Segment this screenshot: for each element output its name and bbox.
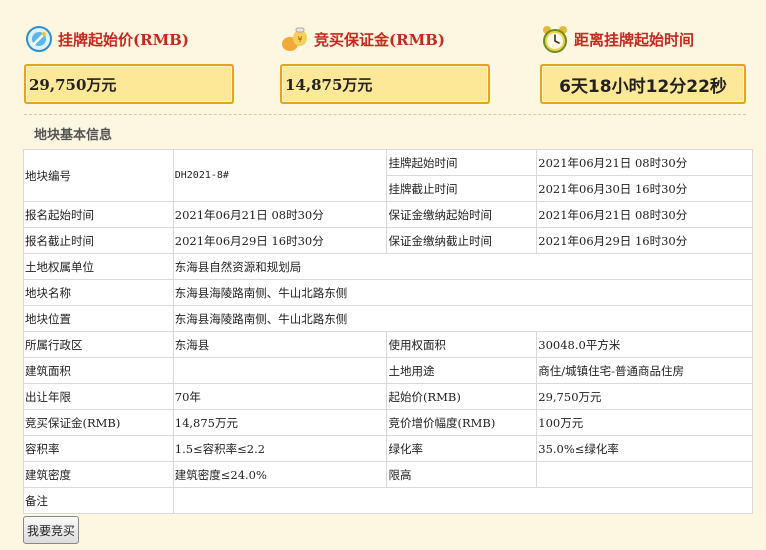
alarm-clock-icon — [540, 24, 570, 54]
dep-start-label: 保证金缴纳起始时间 — [386, 201, 538, 228]
start-price-value: 29,750万元 — [24, 64, 234, 104]
start-price-row-value: 29,750万元 — [536, 383, 753, 410]
parcel-info-table: 地块编号 DH2021-8# 挂牌起始时间 2021年06月21日 08时30分… — [23, 149, 754, 514]
start-price-row-label: 起始价(RMB) — [386, 383, 538, 410]
dep-end-label: 保证金缴纳截止时间 — [386, 227, 538, 254]
location-value: 东海县海陵路南侧、牛山北路东侧 — [172, 305, 754, 332]
term-value: 70年 — [172, 383, 388, 410]
table-row: 地块编号 DH2021-8# 挂牌起始时间 2021年06月21日 08时30分 — [23, 149, 753, 202]
table-row: 竞买保证金(RMB) 14,875万元 竞价增价幅度(RMB) 100万元 — [23, 409, 753, 436]
table-row: 土地权属单位 东海县自然资源和规划局 — [23, 253, 754, 280]
term-label: 出让年限 — [23, 383, 174, 410]
start-price-panel: 挂牌起始价(RMB) 29,750万元 — [24, 0, 234, 104]
reg-end-value: 2021年06月29日 16时30分 — [172, 227, 388, 254]
table-row: 建筑面积 土地用途 商住/城镇住宅-普通商品住房 — [23, 357, 753, 384]
far-label: 容积率 — [23, 435, 174, 462]
density-label: 建筑密度 — [23, 461, 174, 488]
bid-button[interactable]: 我要竞买 — [23, 516, 79, 544]
countdown-label: 距离挂牌起始时间 — [574, 30, 695, 49]
divider — [24, 114, 746, 115]
countdown-value: 6天18小时12分22秒 — [540, 64, 746, 104]
table-row: 所属行政区 东海县 使用权面积 30048.0平方米 — [23, 331, 753, 358]
parcel-name-label: 地块名称 — [23, 279, 174, 306]
table-row: 备注 — [23, 487, 754, 514]
deposit-row-label: 竞买保证金(RMB) — [23, 409, 174, 436]
location-label: 地块位置 — [23, 305, 174, 332]
table-row: 出让年限 70年 起始价(RMB) 29,750万元 — [23, 383, 753, 410]
section-title: 地块基本信息 — [34, 128, 113, 143]
building-area-label: 建筑面积 — [23, 357, 174, 384]
table-row: 报名起始时间 2021年06月21日 08时30分 保证金缴纳起始时间 2021… — [23, 201, 753, 228]
money-bag-icon: ¥ — [280, 24, 310, 54]
reg-start-value: 2021年06月21日 08时30分 — [172, 201, 388, 228]
svg-text:¥: ¥ — [297, 35, 302, 44]
table-row: 报名截止时间 2021年06月29日 16时30分 保证金缴纳截止时间 2021… — [23, 227, 753, 254]
deposit-label: 竞买保证金(RMB) — [314, 30, 445, 49]
owner-label: 土地权属单位 — [23, 253, 174, 280]
table-row: 地块名称 东海县海陵路南侧、牛山北路东侧 — [23, 279, 754, 306]
parcel-name-value: 东海县海陵路南侧、牛山北路东侧 — [172, 279, 754, 306]
table-row: 建筑密度 建筑密度≤24.0% 限高 — [23, 461, 753, 488]
list-end-value: 2021年06月30日 16时30分 — [536, 175, 753, 202]
remark-label: 备注 — [23, 487, 174, 514]
area-value: 30048.0平方米 — [536, 331, 753, 358]
parcel-no-label: 地块编号 — [23, 149, 174, 202]
area-label: 使用权面积 — [386, 331, 538, 358]
parcel-no-value: DH2021-8# — [172, 149, 388, 202]
increment-label: 竞价增价幅度(RMB) — [386, 409, 538, 436]
reg-start-label: 报名起始时间 — [23, 201, 174, 228]
deposit-row-value: 14,875万元 — [172, 409, 388, 436]
density-value: 建筑密度≤24.0% — [172, 461, 388, 488]
deposit-panel: ¥ 竞买保证金(RMB) 14,875万元 — [280, 0, 490, 104]
reg-end-label: 报名截止时间 — [23, 227, 174, 254]
height-value — [536, 461, 753, 488]
usage-value: 商住/城镇住宅-普通商品住房 — [536, 357, 753, 384]
building-area-value — [172, 357, 388, 384]
green-label: 绿化率 — [386, 435, 538, 462]
table-row: 地块位置 东海县海陵路南侧、牛山北路东侧 — [23, 305, 754, 332]
summary-bar: 挂牌起始价(RMB) 29,750万元 ¥ 竞买保证金(RMB) 14,875万… — [0, 0, 766, 110]
table-row: 容积率 1.5≤容积率≤2.2 绿化率 35.0%≤绿化率 — [23, 435, 753, 462]
increment-value: 100万元 — [536, 409, 753, 436]
price-tag-icon — [24, 24, 54, 54]
deposit-value: 14,875万元 — [280, 64, 490, 104]
list-start-label: 挂牌起始时间 — [386, 149, 538, 176]
list-end-label: 挂牌截止时间 — [386, 175, 538, 202]
far-value: 1.5≤容积率≤2.2 — [172, 435, 388, 462]
owner-value: 东海县自然资源和规划局 — [172, 253, 754, 280]
height-label: 限高 — [386, 461, 538, 488]
district-label: 所属行政区 — [23, 331, 174, 358]
countdown-panel: 距离挂牌起始时间 6天18小时12分22秒 — [540, 0, 746, 104]
list-start-value: 2021年06月21日 08时30分 — [536, 149, 753, 176]
green-value: 35.0%≤绿化率 — [536, 435, 753, 462]
remark-value — [172, 487, 754, 514]
dep-end-value: 2021年06月29日 16时30分 — [536, 227, 753, 254]
start-price-label: 挂牌起始价(RMB) — [58, 30, 189, 49]
usage-label: 土地用途 — [386, 357, 538, 384]
dep-start-value: 2021年06月21日 08时30分 — [536, 201, 753, 228]
district-value: 东海县 — [172, 331, 388, 358]
